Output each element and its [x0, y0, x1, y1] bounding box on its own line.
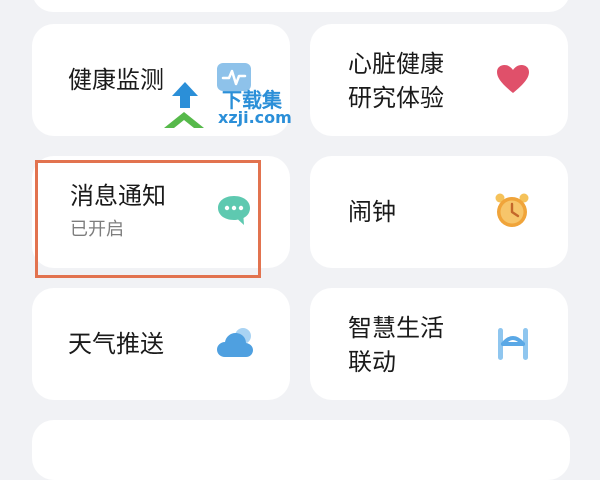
message-notification-label: 消息通知 [70, 182, 166, 210]
weather-cloud-icon [216, 326, 254, 364]
smart-life-label-line1: 智慧生活 [348, 314, 444, 342]
watermark-logo: 下载集 xzji.com [158, 82, 308, 132]
alarm-label: 闹钟 [348, 198, 396, 226]
weather-push-card[interactable]: 天气推送 [32, 288, 290, 400]
heart-icon [496, 64, 530, 98]
bottom-card-partial[interactable] [32, 420, 570, 480]
smart-life-label-line2: 联动 [348, 348, 396, 376]
alarm-clock-icon [494, 192, 530, 234]
heart-health-study-card[interactable]: 心脏健康 研究体验 [310, 24, 568, 136]
smart-life-card[interactable]: 智慧生活 联动 [310, 288, 568, 400]
top-card-partial[interactable] [32, 0, 570, 12]
alarm-card[interactable]: 闹钟 [310, 156, 568, 268]
watermark-domain: xzji.com [218, 108, 292, 127]
message-notification-status: 已开启 [70, 219, 124, 240]
heart-health-study-label-line1: 心脏健康 [348, 50, 444, 78]
weather-push-label: 天气推送 [68, 330, 164, 358]
heart-health-study-label-line2: 研究体验 [348, 84, 444, 112]
message-notification-card[interactable]: 消息通知 已开启 [32, 156, 290, 268]
message-bubble-icon [216, 194, 252, 232]
smart-life-icon [496, 326, 530, 366]
health-monitor-label: 健康监测 [68, 66, 164, 94]
